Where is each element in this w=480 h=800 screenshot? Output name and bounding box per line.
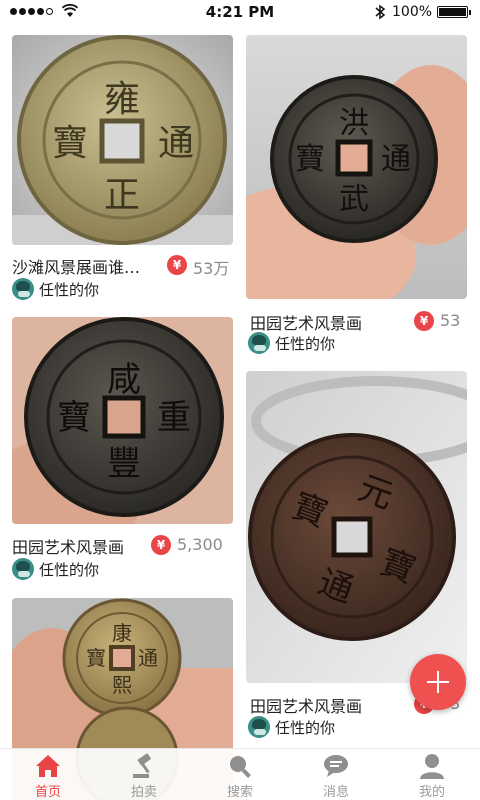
card-price: 53 (440, 311, 461, 330)
coin-photo[interactable]: 洪 通 武 寶 (246, 35, 467, 299)
avatar (12, 558, 34, 580)
tab-profile[interactable]: 我的 (384, 749, 480, 800)
message-icon (324, 755, 348, 777)
avatar (248, 716, 270, 738)
coin-inscription: 洪 (339, 106, 369, 141)
avatar (12, 278, 34, 300)
home-icon (36, 755, 60, 777)
tab-label: 我的 (418, 785, 445, 800)
gavel-icon (133, 753, 152, 778)
coin-photo[interactable]: 雍 通 正 寶 (12, 35, 233, 245)
coin-inscription: 通 (158, 123, 194, 164)
tab-label: 首页 (34, 785, 61, 800)
coin-inscription: 雍 (104, 79, 140, 120)
coin-inscription: 武 (339, 182, 369, 217)
tab-search[interactable]: 搜索 (192, 749, 288, 800)
author-name: 任性的你 (275, 719, 336, 737)
coin-inscription: 寶 (86, 646, 106, 670)
coin-inscription: 咸 (107, 360, 141, 400)
author-name: 任性的你 (39, 561, 100, 579)
product-card[interactable]: 洪 通 武 寶 田园艺术风景画 ¥ 53 任性的你 (246, 35, 467, 354)
tab-home[interactable]: 首页 (0, 749, 96, 800)
status-bar: 4:21 PM 100% (0, 0, 480, 24)
coin-inscription: 康 (112, 621, 132, 645)
card-author[interactable]: 任性的你 (12, 278, 233, 300)
coin-inscription: 豐 (107, 444, 141, 484)
card-author[interactable]: 任性的你 (246, 332, 467, 354)
card-title: 田园艺术风景画 (12, 538, 125, 557)
bottom-tab-bar: 首页 拍卖 搜索 消息 我的 (0, 748, 480, 800)
price-badge-icon: ¥ (151, 535, 171, 555)
coin-photo[interactable]: 咸 重 豐 寶 (12, 317, 233, 524)
card-price: 53万 (193, 259, 230, 278)
coin-inscription: 通 (138, 646, 158, 670)
price-badge-icon: ¥ (414, 311, 434, 331)
card-author[interactable]: 任性的你 (12, 558, 233, 580)
tab-label: 搜索 (226, 785, 253, 800)
battery-percentage: 100% (392, 4, 433, 20)
tab-messages[interactable]: 消息 (288, 749, 384, 800)
search-icon (230, 756, 251, 778)
avatar (248, 332, 270, 354)
add-item-button[interactable] (410, 654, 466, 710)
coin-inscription: 熙 (112, 673, 132, 697)
coin-inscription: 正 (104, 175, 140, 216)
author-name: 任性的你 (39, 281, 100, 299)
author-name: 任性的你 (275, 335, 336, 353)
product-card[interactable]: 咸 重 豐 寶 田园艺术风景画 ¥ 5,300 任性的你 (12, 317, 233, 580)
coin-inscription: 通 (381, 142, 411, 177)
card-title: 沙滩风景展画谁… (12, 258, 141, 277)
coin-inscription: 寶 (295, 142, 325, 177)
coin-inscription: 寶 (52, 123, 88, 164)
product-card[interactable]: 元 寶 通 寶 田园艺术风景画 ¥ 53 任性的你 (246, 371, 467, 738)
profile-icon (420, 754, 444, 779)
card-title: 田园艺术风景画 (250, 697, 363, 716)
bluetooth-icon (375, 4, 386, 20)
tab-label: 消息 (322, 785, 349, 800)
card-title: 田园艺术风景画 (250, 314, 363, 333)
product-card[interactable]: 雍 通 正 寶 沙滩风景展画谁… ¥ 53万 任性的你 (12, 35, 233, 300)
coin-inscription: 寶 (57, 398, 91, 438)
card-price: 5,300 (177, 535, 223, 554)
price-badge-icon: ¥ (167, 255, 187, 275)
tab-auction[interactable]: 拍卖 (96, 749, 192, 800)
battery-icon (437, 6, 471, 18)
coin-photo[interactable]: 元 寶 通 寶 (246, 371, 467, 683)
card-author[interactable]: 任性的你 (246, 716, 467, 738)
coin-inscription: 重 (157, 398, 191, 438)
tab-label: 拍卖 (130, 785, 157, 800)
